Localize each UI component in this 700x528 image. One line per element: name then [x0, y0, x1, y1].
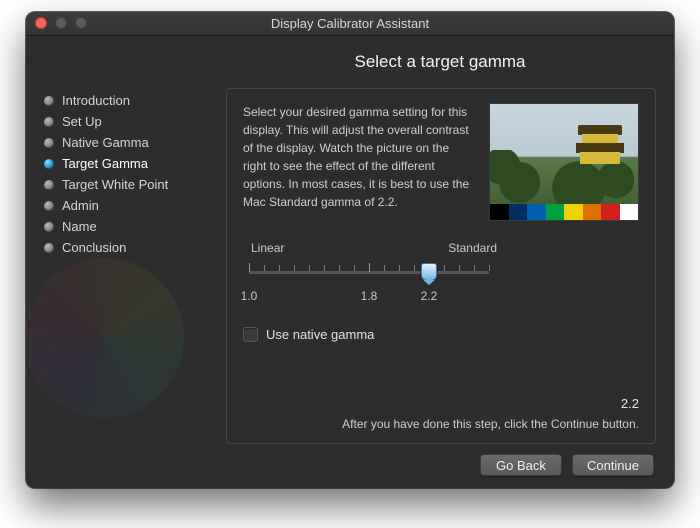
color-bar: [490, 204, 638, 220]
sidebar-step: Set Up: [44, 111, 212, 132]
slider-thumb[interactable]: [421, 263, 437, 281]
titlebar[interactable]: Display Calibrator Assistant: [26, 12, 674, 36]
sidebar-step: Admin: [44, 195, 212, 216]
slider-tick-label: 2.2: [421, 289, 438, 303]
sidebar-step: Target Gamma: [44, 153, 212, 174]
window-title: Display Calibrator Assistant: [271, 16, 429, 31]
minimize-icon: [55, 17, 67, 29]
sidebar-step: Conclusion: [44, 237, 212, 258]
window: Display Calibrator Assistant Select a ta…: [26, 12, 674, 488]
sidebar-step: Target White Point: [44, 174, 212, 195]
gamma-value-readout: 2.2: [243, 396, 639, 411]
step-label: Conclusion: [62, 240, 126, 255]
gamma-slider-area: Linear Standard 1.0 1.8 2.2: [243, 241, 639, 303]
window-body: Select a target gamma Introduction Set Up…: [26, 36, 674, 488]
step-bullet-icon: [44, 201, 54, 211]
description-text: Select your desired gamma setting for th…: [243, 103, 475, 221]
step-sidebar: Introduction Set Up Native Gamma Target Gam…: [44, 88, 212, 444]
preview-image: [489, 103, 639, 221]
step-label: Native Gamma: [62, 135, 149, 150]
step-label: Target White Point: [62, 177, 168, 192]
step-bullet-icon: [44, 96, 54, 106]
slider-label-standard: Standard: [448, 241, 497, 255]
step-bullet-icon: [44, 222, 54, 232]
step-bullet-icon: [44, 159, 54, 169]
zoom-icon: [75, 17, 87, 29]
slider-tick-label: 1.8: [361, 289, 378, 303]
gamma-slider[interactable]: [249, 261, 489, 283]
step-bullet-icon: [44, 117, 54, 127]
step-bullet-icon: [44, 180, 54, 190]
color-wheel-decoration: [26, 258, 184, 418]
step-label: Admin: [62, 198, 99, 213]
sidebar-step: Introduction: [44, 90, 212, 111]
slider-tick-label: 1.0: [241, 289, 258, 303]
continue-button[interactable]: Continue: [572, 454, 654, 476]
step-label: Target Gamma: [62, 156, 148, 171]
step-label: Name: [62, 219, 97, 234]
footer-buttons: Go Back Continue: [44, 454, 656, 476]
content-panel: Select your desired gamma setting for th…: [226, 88, 656, 444]
go-back-button[interactable]: Go Back: [480, 454, 562, 476]
page-title: Select a target gamma: [224, 52, 656, 72]
step-label: Set Up: [62, 114, 102, 129]
sidebar-step: Name: [44, 216, 212, 237]
sidebar-step: Native Gamma: [44, 132, 212, 153]
close-icon[interactable]: [35, 17, 47, 29]
window-controls: [35, 17, 87, 29]
step-bullet-icon: [44, 138, 54, 148]
slider-label-linear: Linear: [251, 241, 284, 255]
hint-text: After you have done this step, click the…: [243, 417, 639, 431]
step-label: Introduction: [62, 93, 130, 108]
use-native-gamma-label: Use native gamma: [266, 327, 374, 342]
use-native-gamma-checkbox[interactable]: [243, 327, 258, 342]
step-bullet-icon: [44, 243, 54, 253]
